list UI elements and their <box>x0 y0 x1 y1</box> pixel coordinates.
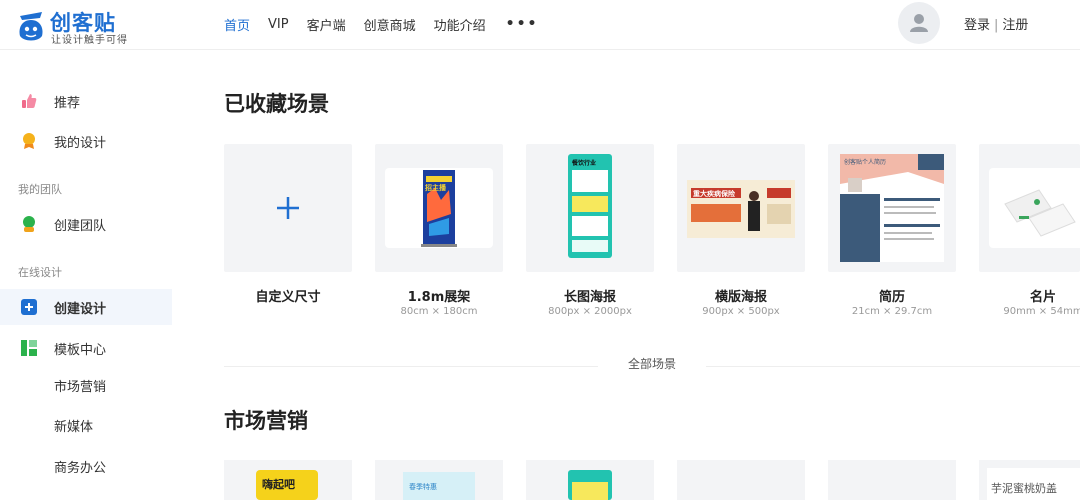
template-card[interactable] <box>526 460 654 500</box>
template-card[interactable]: 嗨起吧 <box>224 460 352 500</box>
template-thumbnail <box>403 472 475 500</box>
resume-thumb-text: 创客贴个人简历 <box>844 159 887 166</box>
sidebar-item-label: 创建设计 <box>54 301 107 317</box>
horizontal-poster-thumbnail <box>687 180 795 238</box>
sidebar-item-create-design[interactable]: 创建设计 <box>0 289 172 325</box>
scene-card-banner-stand[interactable]: 招主播 <box>375 144 503 272</box>
scene-size: 21cm × 29.7cm <box>851 306 933 317</box>
scene-card-resume[interactable]: 创客贴个人简历 <box>828 144 956 272</box>
scene-card-custom-size[interactable] <box>224 144 352 272</box>
banner-stand-thumbnail <box>385 168 493 248</box>
scene-size: 800px × 2000px <box>548 306 632 317</box>
sidebar-sub-business-office[interactable]: 商务办公 <box>54 457 106 476</box>
top-header: 创客贴 让设计触手可得 首页 VIP 客户端 创意商城 功能介绍 ••• 登录 |… <box>0 0 1080 50</box>
scene-name: 长图海报 <box>563 290 616 305</box>
user-icon <box>910 14 928 32</box>
scene-size: 90mm × 54mm <box>1003 306 1080 317</box>
banner-thumb-text: 招主播 <box>425 184 446 192</box>
sidebar-item-template-center[interactable]: 模板中心 <box>0 330 172 366</box>
all-scenes-link[interactable]: 全部场景 <box>598 355 707 372</box>
scene-name: 名片 <box>1029 290 1056 305</box>
scene-name: 1.8m展架 <box>407 290 471 305</box>
group-label-my-team: 我的团队 <box>18 183 62 196</box>
template-thumb-text: 春季特惠 <box>409 483 437 491</box>
sidebar-item-my-design[interactable]: 我的设计 <box>0 123 172 159</box>
template-thumb-text: 芋泥蜜桃奶盖 <box>991 482 1057 495</box>
plus-icon <box>277 197 299 219</box>
avatar[interactable] <box>898 2 940 44</box>
scene-name: 简历 <box>878 290 905 305</box>
nav-vip[interactable]: VIP <box>268 17 289 32</box>
scene-card-horizontal-poster[interactable]: 重大疾病保险 <box>677 144 805 272</box>
poster-thumb-text: 餐饮行业 <box>572 160 597 167</box>
nav-client[interactable]: 客户端 <box>307 15 346 34</box>
template-card[interactable] <box>828 460 956 500</box>
sidebar-item-label: 推荐 <box>54 95 81 111</box>
scene-card-business-card[interactable] <box>979 144 1080 272</box>
auth-links: 登录 | 注册 <box>964 14 1028 33</box>
sidebar-item-recommend[interactable]: 推荐 <box>0 83 172 119</box>
scene-size: 900px × 500px <box>702 306 780 317</box>
sidebar-item-label: 创建团队 <box>54 218 107 234</box>
medal-icon <box>20 132 38 150</box>
logo[interactable]: 创客贴 让设计触手可得 <box>16 6 146 46</box>
section-title-collected: 已收藏场景 <box>224 92 329 116</box>
nav-home[interactable]: 首页 <box>224 15 250 34</box>
nav-features[interactable]: 功能介绍 <box>434 15 486 34</box>
nav-creative-mall[interactable]: 创意商城 <box>364 15 416 34</box>
template-card[interactable] <box>677 460 805 500</box>
logo-mascot-icon <box>19 12 43 41</box>
section-title-marketing: 市场营销 <box>224 409 308 433</box>
logo-slogan: 让设计触手可得 <box>51 35 128 46</box>
template-icon <box>20 339 38 357</box>
group-label-online-design: 在线设计 <box>18 266 62 279</box>
team-icon <box>20 215 38 233</box>
sidebar-item-create-team[interactable]: 创建团队 <box>0 206 172 242</box>
main-nav: 首页 VIP 客户端 创意商城 功能介绍 ••• <box>224 14 539 34</box>
auth-separator: | <box>994 18 999 33</box>
scene-name: 横版海报 <box>714 290 767 305</box>
scene-size: 80cm × 180cm <box>400 306 478 317</box>
sidebar-item-label: 模板中心 <box>54 342 107 358</box>
hposter-thumb-text: 重大疾病保险 <box>693 190 735 198</box>
thumbs-up-icon <box>20 92 38 110</box>
sidebar-item-label: 我的设计 <box>54 135 107 151</box>
login-link[interactable]: 登录 <box>964 18 990 33</box>
register-link[interactable]: 注册 <box>1002 18 1028 33</box>
sidebar: 推荐 我的设计 我的团队 创建团队 在线设计 创建设计 模板中心 市场营销 新媒… <box>0 50 172 490</box>
template-card[interactable]: 春季特惠 <box>375 460 503 500</box>
sidebar-sub-new-media[interactable]: 新媒体 <box>54 416 93 435</box>
scene-card-long-poster[interactable]: 餐饮行业 <box>526 144 654 272</box>
business-card-thumbnail <box>989 168 1080 248</box>
scene-name: 自定义尺寸 <box>255 290 321 305</box>
template-card[interactable]: 芋泥蜜桃奶盖 <box>979 460 1080 500</box>
plus-square-icon <box>20 298 38 316</box>
sidebar-sub-marketing[interactable]: 市场营销 <box>54 376 106 395</box>
template-thumbnail <box>568 470 612 500</box>
more-menu-icon[interactable]: ••• <box>506 16 539 32</box>
